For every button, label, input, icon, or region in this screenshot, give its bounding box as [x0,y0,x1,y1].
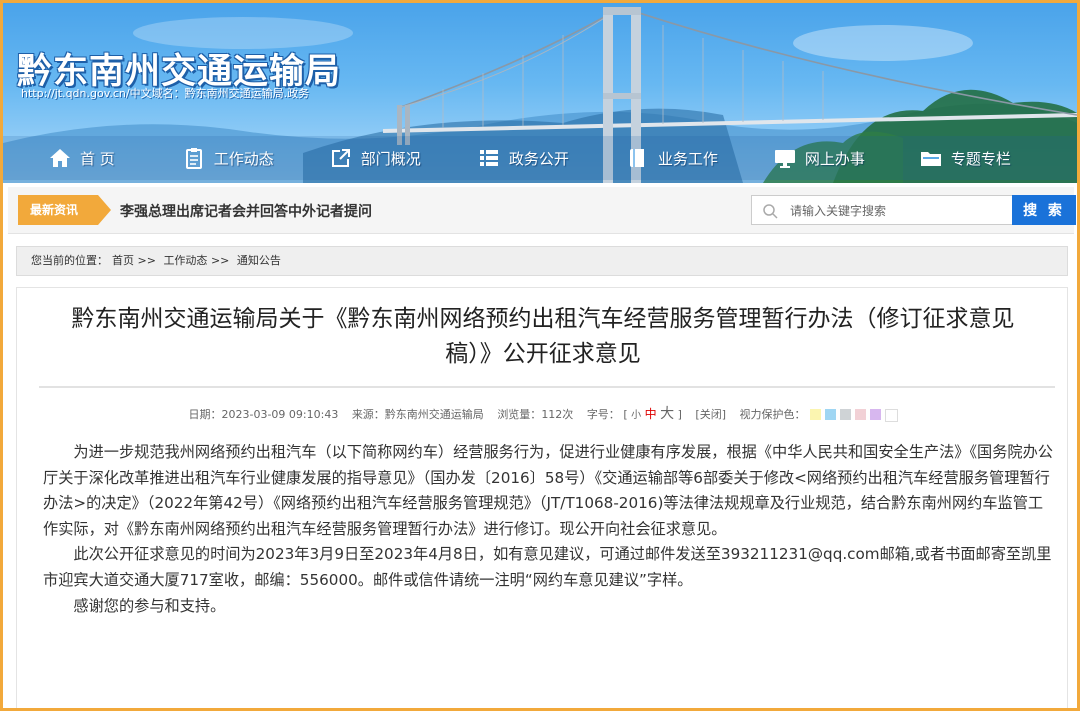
monitor-icon [774,147,796,169]
date-meta: 日期：2023-03-09 09:10:43 [188,408,338,421]
site-banner: 黔东南州交通运输局 http://jt.qdn.gov.cn/中文域名：黔东南州… [3,3,1077,183]
breadcrumb: 您当前的位置： 首页 >> 工作动态 >> 通知公告 [16,246,1068,276]
font-medium-link[interactable]: 中 [645,407,657,421]
font-small-link[interactable]: 小 [631,410,641,421]
nav-label: 政务公开 [508,149,569,168]
external-link-icon [330,147,352,169]
nav-item-business[interactable]: 业务工作 [627,138,718,178]
article-paragraph: 为进一步规范我州网络预约出租汽车（以下简称网约车）经营服务行为，促进行业健康有序… [43,443,1053,538]
search-box [751,195,1013,225]
font-size-control: 字号： [ 小 中 大 ] [586,406,686,422]
source-value: 黔东南州交通运输局 [384,408,484,421]
breadcrumb-separator: >> [137,254,156,267]
home-icon [49,147,71,169]
nav-label: 网上办事 [804,149,865,168]
nav-item-department[interactable]: 部门概况 [330,138,421,178]
date-label: 日期： [188,408,222,421]
nav-label: 首 页 [80,149,115,168]
nav-label: 专题专栏 [950,149,1011,168]
article-body: 为进一步规范我州网络预约出租汽车（以下简称网约车）经营服务行为，促进行业健康有序… [43,440,1053,619]
nav-item-home[interactable]: 首 页 [49,138,115,178]
nav-item-gov-affairs[interactable]: 政务公开 [478,138,569,178]
list-icon [478,147,500,169]
nav-item-special-topics[interactable]: 专题专栏 [920,138,1011,178]
close-link[interactable]: [关闭] [695,408,726,421]
book-icon [627,147,649,169]
breadcrumb-separator: >> [210,254,230,267]
nav-item-online-service[interactable]: 网上办事 [774,138,865,178]
article-paragraph: 此次公开征求意见的时间为2023年3月9日至2023年4月8日，如有意见建议，可… [43,545,1052,589]
main-nav: 首 页 工作动态 部门概况 政务公开 业务工作 网上办事 专题专栏 [3,136,1077,180]
source-meta: 来源：黔东南州交通运输局 [352,408,484,421]
nav-item-work-news[interactable]: 工作动态 [183,138,274,178]
eye-color-swatch[interactable] [854,408,866,420]
eye-color-swatch[interactable] [809,408,821,420]
eye-color-swatches [809,408,898,422]
article-title-line: 黔东南州交通运输局关于《黔东南州网络预约出租汽车经营服务管理暂行办法（修订征求意… [71,306,1015,332]
search-input[interactable] [788,198,1010,224]
article-paragraph: 感谢您的参与和支持。 [73,596,226,615]
breadcrumb-home-link[interactable]: 首页 [112,254,134,267]
eye-color-swatch[interactable] [824,408,836,420]
page-frame: 黔东南州交通运输局 http://jt.qdn.gov.cn/中文域名：黔东南州… [0,0,1080,711]
article-meta: 日期：2023-03-09 09:10:43 来源：黔东南州交通运输局 浏览量：… [17,403,1069,423]
site-domain-text: http://jt.qdn.gov.cn/中文域名：黔东南州交通运输局.政务 [21,87,310,100]
nav-label: 业务工作 [657,149,718,168]
font-size-label: 字号： [586,408,620,421]
eye-color-swatch[interactable] [839,408,851,420]
breadcrumb-work-news-link[interactable]: 工作动态 [163,254,207,267]
search-button[interactable]: 搜 索 [1012,195,1076,225]
views-value: 112次 [541,408,574,421]
bracket: [ [623,408,628,421]
nav-label: 部门概况 [360,149,421,168]
article: 黔东南州交通运输局关于《黔东南州网络预约出租汽车经营服务管理暂行办法（修订征求意… [16,287,1069,708]
news-tag: 最新资讯 [18,195,111,225]
breadcrumb-notice-link[interactable]: 通知公告 [237,254,281,267]
views-label: 浏览量： [497,408,542,421]
folder-icon [920,147,942,169]
eye-protection-label: 视力保护色： [739,408,806,421]
bracket: ] [677,408,682,421]
eye-protection-control: 视力保护色： [739,408,898,422]
news-bar: 最新资讯 李强总理出席记者会并回答中外记者提问 搜 索 [8,187,1076,234]
article-title: 黔东南州交通运输局关于《黔东南州网络预约出租汽车经营服务管理暂行办法（修订征求意… [37,302,1049,372]
search-icon [762,203,778,219]
eye-color-swatch[interactable] [884,408,898,422]
article-title-line: 稿）》公开征求意见 [445,341,641,367]
date-value: 2023-03-09 09:10:43 [221,408,339,421]
views-meta: 浏览量：112次 [497,408,573,421]
clipboard-icon [183,147,205,169]
eye-color-swatch[interactable] [869,408,881,420]
nav-label: 工作动态 [213,149,274,168]
title-divider [39,386,1055,388]
font-large-link[interactable]: 大 [660,406,674,422]
news-headline-link[interactable]: 李强总理出席记者会并回答中外记者提问 [120,201,372,221]
source-label: 来源： [351,408,385,421]
breadcrumb-prefix: 您当前的位置： [31,254,108,267]
